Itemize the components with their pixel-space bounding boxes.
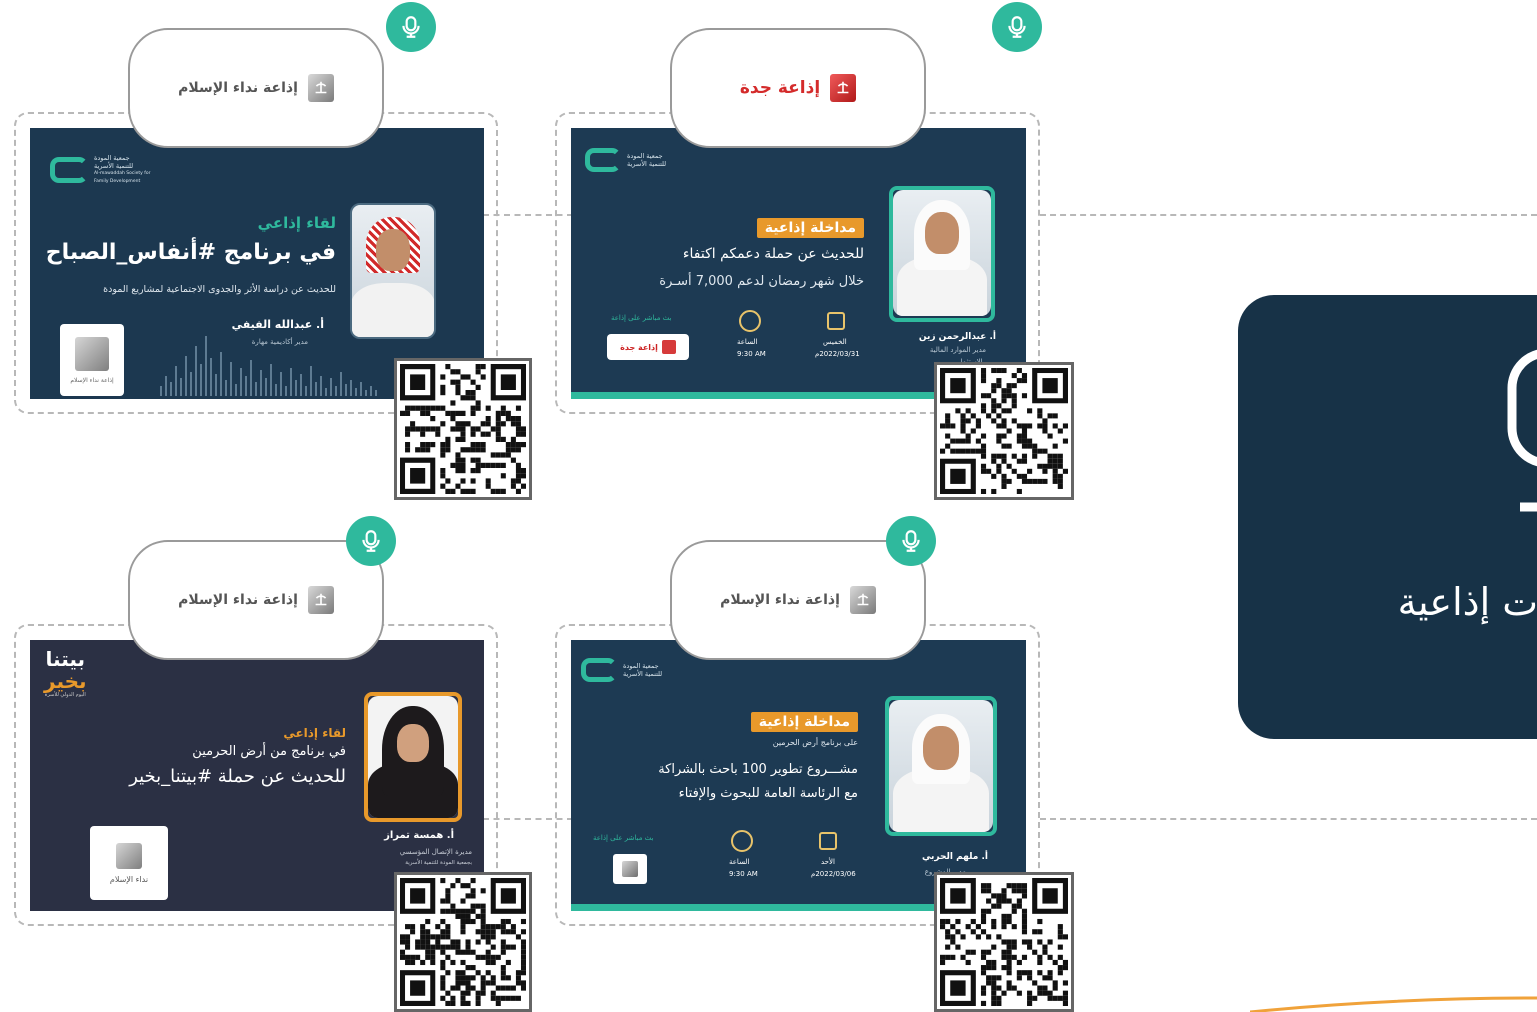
station-logo-icon — [830, 74, 857, 102]
program-label: على برنامج أرض الحرمين — [772, 738, 858, 747]
qr-code-2[interactable] — [934, 362, 1074, 500]
station-logo-box: نداء الإسلام — [90, 826, 168, 900]
station-name: إذاعة نداء الإسلام — [178, 592, 298, 608]
qr-code-3[interactable] — [394, 872, 532, 1012]
station-label-4: إذاعة نداء الإسلام — [670, 540, 926, 660]
live-label: بث مباشر على إذاعة — [593, 834, 654, 842]
station-label-1: إذاعة نداء الإسلام — [128, 28, 384, 148]
card-heading: مداخلة إذاعية — [750, 712, 858, 732]
qr-code-1[interactable] — [394, 358, 532, 500]
speaker-role: مديرة الإتصال المؤسسي — [399, 848, 472, 856]
card-subtitle: للحديث عن دراسة الأثر والجدوى الاجتماعية… — [103, 284, 336, 295]
speaker-role-2: بجمعية المودة للتنمية الأسرية — [405, 860, 472, 866]
card-heading: لقاء إذاعي — [283, 726, 346, 740]
section-title: ت إذاعية — [1397, 580, 1537, 624]
microphone-icon — [346, 516, 396, 566]
card-subtitle: مع الرئاسة العامة للبحوث والإفتاء — [678, 786, 858, 801]
speaker-name: أ. همسة تمراز — [384, 830, 454, 841]
speaker-name: أ. ملهم الحربي — [921, 852, 988, 862]
station-label-2: إذاعة جدة — [670, 28, 926, 148]
speaker-name: أ. عبدالرحمن زين — [918, 332, 996, 342]
calendar-icon — [827, 312, 845, 330]
time-value: 9:30 AM — [737, 350, 766, 358]
time-label: الساعة — [729, 858, 750, 866]
card-subtitle: للحديث عن حملة #بيتنا_بخير — [129, 766, 346, 787]
calendar-icon — [819, 832, 837, 850]
station-name: إذاعة نداء الإسلام — [720, 592, 840, 608]
card-title: في برنامج #أنفاس_الصباح — [45, 240, 336, 265]
microphone-icon — [992, 2, 1042, 52]
live-station-button[interactable]: إذاعة جدة — [607, 334, 689, 360]
radio-card-3[interactable]: بيتنا بخير اليوم الدولي للأسرة لقاء إذاع… — [30, 640, 484, 911]
radio-card-2[interactable]: جمعية المودة للتنمية الأسرية مداخلة إذاع… — [571, 128, 1026, 399]
card-title: في برنامج من أرض الحرمين — [192, 744, 346, 759]
speaker-photo — [893, 190, 991, 316]
clock-icon — [739, 310, 761, 332]
decorative-curve — [1250, 996, 1537, 1012]
day-label: الأحد — [821, 858, 835, 866]
microphone-icon — [886, 516, 936, 566]
station-name: إذاعة نداء الإسلام — [178, 80, 298, 96]
card-subtitle: خلال شهر رمضان لدعم 7,000 أسـرة — [659, 274, 864, 289]
speaker-photo — [889, 700, 993, 832]
org-logo: جمعية المودة للتنمية الأسرية Al-mawaddah… — [50, 154, 150, 186]
station-logo-icon — [307, 586, 334, 614]
card-title: مشـــروع تطوير 100 باحث بالشراكة — [658, 762, 858, 777]
brand-logo: بيتنا بخير اليوم الدولي للأسرة — [44, 647, 87, 698]
connector-line — [1040, 818, 1537, 820]
card-title: للحديث عن حملة دعمكم اكتفاء — [682, 246, 864, 262]
clock-icon — [731, 830, 753, 852]
station-mini-logo[interactable] — [613, 854, 647, 884]
station-label-3: إذاعة نداء الإسلام — [128, 540, 384, 660]
card-heading: مداخلة إذاعية — [756, 218, 864, 238]
org-logo: جمعية المودة للتنمية الأسرية — [581, 658, 662, 682]
date-value: 2022/03/31م — [815, 350, 860, 358]
station-logo-icon — [849, 586, 876, 614]
microphone-icon — [1507, 349, 1537, 512]
time-value: 9:30 AM — [729, 870, 758, 878]
station-logo-box: إذاعة نداء الإسلام — [60, 324, 124, 396]
radio-card-4[interactable]: جمعية المودة للتنمية الأسرية مداخلة إذاع… — [571, 640, 1026, 911]
station-name: إذاعة جدة — [739, 78, 821, 98]
live-label: بث مباشر على إذاعة — [611, 314, 672, 322]
org-logo: جمعية المودة للتنمية الأسرية — [585, 148, 666, 172]
section-title-panel: ت إذاعية — [1238, 295, 1537, 739]
speaker-role: مدير الموارد المالية — [929, 346, 986, 354]
audio-wave — [160, 336, 377, 396]
speaker-photo — [368, 696, 458, 818]
day-label: الخميس — [823, 338, 847, 346]
qr-code-4[interactable] — [934, 872, 1074, 1012]
connector-line — [1040, 214, 1537, 216]
time-label: الساعة — [737, 338, 758, 346]
station-logo-icon — [307, 74, 334, 102]
date-value: 2022/03/06م — [811, 870, 856, 878]
microphone-icon — [386, 2, 436, 52]
card-heading: لقاء إذاعي — [257, 214, 336, 232]
